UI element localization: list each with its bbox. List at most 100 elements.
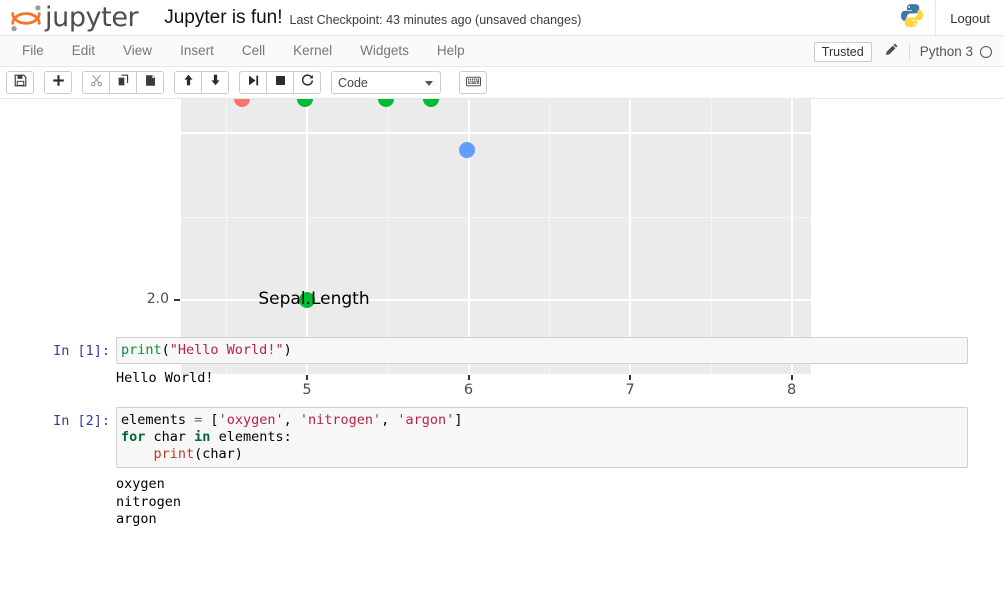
restart-circle-arrow-icon <box>301 73 314 92</box>
gridline-major-vertical <box>629 99 632 374</box>
toolbar-group-move <box>174 71 229 94</box>
gridline-major-vertical <box>467 99 470 374</box>
move-cell-down-button[interactable] <box>201 71 229 94</box>
code-input-1[interactable]: print("Hello World!") <box>116 337 968 364</box>
scissors-icon <box>90 74 103 92</box>
menubar-divider <box>908 42 910 61</box>
gridline-minor-vertical <box>387 99 389 374</box>
paste-icon <box>144 74 157 92</box>
x-tick-mark <box>790 375 793 380</box>
gridline-major-horizontal <box>181 131 811 134</box>
gridline-minor-vertical <box>549 99 551 374</box>
notebook-toolbar: Code <box>0 67 1004 99</box>
menu-item-edit[interactable]: Edit <box>58 36 109 66</box>
scatter-point <box>378 99 395 108</box>
restart-kernel-button[interactable] <box>293 71 321 94</box>
toolbar-group-insert <box>44 71 72 94</box>
code-token: for <box>121 429 146 445</box>
code-token: print <box>153 446 195 462</box>
gridline-minor-vertical <box>710 99 712 374</box>
code-token: (char) <box>194 446 243 462</box>
code-token: [ <box>202 412 219 428</box>
code-token: elements <box>121 412 195 428</box>
python-logo-icon <box>899 2 935 34</box>
x-tick-label: 8 <box>786 382 797 398</box>
command-palette-button[interactable] <box>459 71 487 94</box>
code-token: 'nitrogen' <box>299 412 382 428</box>
code-token: char <box>145 429 195 445</box>
toolbar-group-palette <box>459 71 487 94</box>
save-button[interactable] <box>6 71 34 94</box>
cell-output-1: Hello World! <box>116 370 214 386</box>
floppy-disk-icon <box>14 74 27 92</box>
cell-type-select[interactable]: Code <box>331 71 441 94</box>
stop-square-icon <box>274 74 287 92</box>
menu-item-file[interactable]: File <box>8 36 58 66</box>
x-tick-mark <box>306 375 308 380</box>
logout-button[interactable]: Logout <box>935 0 1004 36</box>
menu-item-help[interactable]: Help <box>423 36 479 66</box>
code-token: , <box>283 412 300 428</box>
code-token: "Hello World!" <box>169 342 284 358</box>
jupyter-wordmark: jupyter <box>45 2 139 33</box>
jupyter-logo-icon <box>8 3 44 33</box>
chevron-down-icon <box>425 81 433 86</box>
code-token: print <box>121 342 162 358</box>
cell-prompt-2: In [2]: <box>53 413 110 429</box>
notebook-title[interactable]: Jupyter is fun! <box>164 7 282 29</box>
trusted-badge[interactable]: Trusted <box>813 41 872 62</box>
gridline-major-vertical <box>306 99 308 374</box>
arrow-down-icon <box>209 73 222 92</box>
menu-bar: File Edit View Insert Cell Kernel Widget… <box>0 36 1004 67</box>
move-cell-up-button[interactable] <box>174 71 202 94</box>
scatter-point <box>297 99 314 108</box>
checkpoint-status: Last Checkpoint: 43 minutes ago (unsaved… <box>289 12 582 27</box>
plus-icon <box>52 74 65 92</box>
code-token: 'argon' <box>397 412 455 428</box>
x-axis-title: Sepal.Length <box>258 289 370 309</box>
gridline-major-vertical <box>790 99 793 374</box>
code-token: , <box>381 412 398 428</box>
paste-cells-button[interactable] <box>136 71 164 94</box>
code-token: ) <box>283 342 292 358</box>
notebook-body: 5 6 7 8 2.0 Sepal.Length In [1]: print("Hell… <box>0 99 1004 589</box>
x-tick-mark <box>629 375 632 380</box>
run-play-to-bar-icon <box>247 74 260 92</box>
x-tick-label: 7 <box>625 382 635 398</box>
cut-cells-button[interactable] <box>82 71 110 94</box>
menu-item-view[interactable]: View <box>109 36 166 66</box>
x-tick-mark <box>467 375 470 380</box>
code-input-2[interactable]: elements = ['oxygen', 'nitrogen', 'argon… <box>116 407 968 468</box>
page-header: jupyter Jupyter is fun! Last Checkpoint:… <box>0 0 1004 36</box>
cell-prompt-1: In [1]: <box>53 343 110 359</box>
menu-item-widgets[interactable]: Widgets <box>346 36 423 66</box>
code-token: ( <box>161 342 170 358</box>
menu-item-cell[interactable]: Cell <box>228 36 279 66</box>
code-token: ] <box>454 412 463 428</box>
gridline-minor-horizontal <box>181 216 811 218</box>
toolbar-group-save <box>6 71 34 94</box>
toolbar-group-run <box>239 71 321 94</box>
scatter-point <box>458 141 475 158</box>
jupyter-notebook-app: jupyter Jupyter is fun! Last Checkpoint:… <box>0 0 1004 590</box>
interrupt-kernel-button[interactable] <box>266 71 294 94</box>
toolbar-group-clipboard <box>82 71 164 94</box>
cell-type-value: Code <box>338 75 368 90</box>
menu-item-insert[interactable]: Insert <box>166 36 228 66</box>
code-token: 'oxygen' <box>218 412 284 428</box>
scatter-point <box>234 99 251 108</box>
copy-cells-button[interactable] <box>109 71 137 94</box>
kernel-indicator-label: Python 3 <box>919 44 973 59</box>
pencil-icon[interactable] <box>884 42 899 62</box>
keyboard-icon <box>465 74 481 92</box>
scatter-point <box>423 99 440 108</box>
jupyter-logo[interactable]: jupyter <box>8 2 139 33</box>
run-cell-button[interactable] <box>239 71 267 94</box>
gridline-minor-vertical <box>226 99 228 374</box>
plot-output-image: 5 6 7 8 2.0 Sepal.Length <box>0 99 1004 398</box>
cell-output-2: oxygen nitrogen argon <box>116 476 182 527</box>
insert-cell-below-button[interactable] <box>44 71 72 94</box>
kernel-idle-circle-icon[interactable] <box>980 45 992 58</box>
menu-item-kernel[interactable]: Kernel <box>279 36 346 66</box>
chart-panel <box>181 99 811 374</box>
